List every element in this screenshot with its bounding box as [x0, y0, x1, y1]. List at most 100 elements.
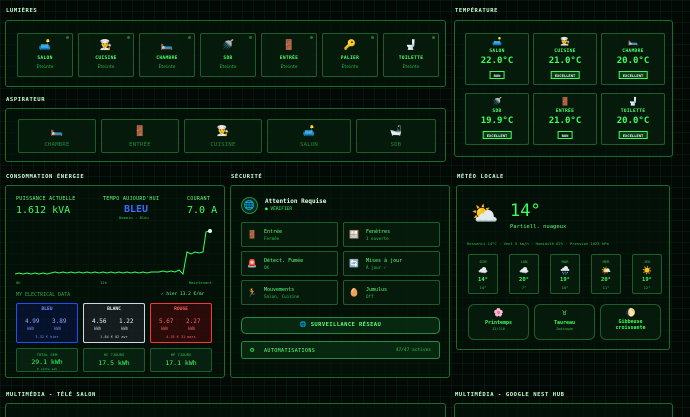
forecast-day-name: JEU [643, 259, 651, 264]
security-item-state: Salon, Cuisine [264, 294, 300, 299]
power-history-chart [15, 229, 212, 276]
temp-tile-cuisine[interactable]: 👨‍🍳 CUISINE 21.0°C EXCELLENT [533, 33, 597, 85]
light-state: Éteinte [280, 64, 298, 69]
status-dot [432, 36, 435, 39]
weather-panel: ⛅ 14° Partiell. nuageux Ressenti 14°C · … [456, 185, 670, 350]
temp-tile-sdb[interactable]: 🚿 SDB 19.9°C EXCELLENT [465, 93, 529, 145]
bathtub-icon: 🛁 [389, 126, 403, 137]
segment-unit: kWh [188, 326, 196, 331]
vacuum-room-cuisine[interactable]: 👨‍🍳 CUISINE [184, 119, 262, 153]
status-dot [127, 36, 130, 39]
total-value: 29.1 kWh [31, 358, 63, 366]
security-item-state: Fermée [264, 236, 280, 241]
axis-start: 0h [16, 280, 21, 285]
light-tile-cuisine[interactable]: 👨‍🍳 CUISINE Éteinte [78, 33, 134, 77]
temp-value: 21.0°C [548, 116, 582, 126]
light-tile-toilette[interactable]: 🚽 TOILETTE Éteinte [383, 33, 439, 77]
tempo-tomorrow: Demain : Bleu [119, 215, 149, 220]
vacuum-room-entree[interactable]: 🚪 ENTRÉE [101, 119, 179, 153]
security-item-updates[interactable]: 🔄 Mises à jour À jour ✓ [343, 251, 440, 276]
light-tile-salon[interactable]: 🛋️ SALON Éteinte [17, 33, 73, 77]
light-state: Éteinte [158, 64, 176, 69]
security-alert[interactable]: 🌐 Attention Requise ● VÉRIFIER [241, 195, 441, 217]
light-tile-chambre[interactable]: 🛏️ CHAMBRE Éteinte [139, 33, 195, 77]
light-tile-palier[interactable]: 🔑 PALIER Éteinte [322, 33, 378, 77]
temp-tile-chambre[interactable]: 🛏️ CHAMBRE 20.0°C EXCELLENT [601, 33, 665, 85]
security-item-motion[interactable]: 🏃 Mouvements Salon, Cuisine [241, 280, 338, 305]
forecast-high: 20° [519, 277, 529, 283]
segment-title: BLANC [107, 307, 121, 312]
globe-icon: 🌐 [299, 322, 311, 328]
security-title: SÉCURITÉ [231, 174, 263, 180]
light-tile-entree[interactable]: 🚪 ENTRÉE Éteinte [261, 33, 317, 77]
segment-title: ROUGE [174, 307, 188, 312]
weather-details: Ressenti 14°C · Vent 5 km/h · Humidité 6… [467, 241, 609, 246]
security-item-entree[interactable]: 🚪 Entrée Fermée [241, 222, 338, 247]
total-week: TOTAL SEM 29.1 kWh € cette sem [16, 348, 78, 372]
segment-title: BLEU [41, 307, 53, 312]
light-state: Éteinte [341, 64, 359, 69]
security-item-fenetres[interactable]: 🪟 Fenêtres 1 ouverte [343, 222, 440, 247]
automations-row[interactable]: ⚙ AUTOMATISATIONS 47/47 actives [241, 341, 440, 359]
bed-icon: 🛏️ [50, 126, 64, 137]
vacuum-room-label: CHAMBRE [44, 142, 70, 148]
gear-icon: ⚙ [250, 346, 255, 354]
temp-tile-entree[interactable]: 🚪 ENTRÉE 21.0°C BON [533, 93, 597, 145]
total-sub: € cette sem [37, 367, 57, 371]
vacuum-room-label: ENTRÉE [129, 142, 151, 148]
forecast-day: MER 🌤️ 20° 11° [591, 254, 621, 294]
weather-title: MÉTÉO LOCALE [457, 174, 504, 180]
security-item-jumulus[interactable]: 🥚 Jumulus Off [343, 280, 440, 305]
security-item-smoke[interactable]: 🚨 Détect. Fumée OK [241, 251, 338, 276]
window-icon: 🪟 [349, 230, 359, 239]
media-salon-title: MULTIMÉDIA - TÉLÉ SALON [6, 392, 96, 398]
segment-unit: kWh [161, 326, 169, 331]
temp-tile-toilette[interactable]: 🚽 TOILETTE 20.0°C EXCELLENT [601, 93, 665, 145]
light-name: CUISINE [95, 56, 117, 61]
vacuum-room-label: SDB [390, 142, 402, 148]
forecast-low: 11° [602, 285, 610, 290]
weather-temp: 14° [510, 201, 541, 221]
weather-condition: Partiell. nuageux [510, 224, 567, 230]
temp-room: TOILETTE [620, 109, 646, 114]
temp-tile-salon[interactable]: 🛋️ SALON 22.0°C BON [465, 33, 529, 85]
chef-icon: 👨‍🍳 [560, 37, 570, 46]
sofa-lamp-icon: 🛋️ [492, 37, 502, 46]
segment-hp: 2.27 [186, 318, 201, 325]
light-tile-sdb[interactable]: 🚿 SDB Éteinte [200, 33, 256, 77]
segment-hc: 5.67 [159, 318, 174, 325]
total-label: TOTAL SEM [36, 352, 58, 357]
temp-badge: EXCELLENT [618, 131, 648, 139]
security-item-name: Fenêtres [366, 229, 391, 235]
temp-badge: EXCELLENT [482, 131, 512, 139]
power-label: PUISSANCE ACTUELLE [16, 196, 76, 202]
vacuum-room-sdb[interactable]: 🛁 SDB [356, 119, 436, 153]
light-state: Éteinte [219, 64, 237, 69]
key-icon: 🔑 [343, 40, 357, 51]
vacuum-room-label: CUISINE [210, 142, 236, 148]
season-sub: J2/J10 [492, 327, 505, 331]
lights-title: LUMIÈRES [6, 8, 38, 14]
forecast-high: 19° [642, 277, 652, 283]
light-name: CHAMBRE [156, 56, 178, 61]
forecast-low: 14° [479, 285, 487, 290]
tempo-segment-bleu: BLEU 4.99 kWh 3.89 kWh 3.32 € hier [16, 303, 78, 343]
segment-hc: 4.56 [92, 318, 107, 325]
shower-icon: 🚿 [221, 40, 235, 51]
temp-room: CUISINE [554, 49, 576, 54]
segment-unit: kWh [121, 326, 129, 331]
lights-panel: 🛋️ SALON Éteinte 👨‍🍳 CUISINE Éteinte 🛏️ … [5, 20, 446, 87]
tempo-value: BLEU [124, 204, 149, 215]
forecast-day: DIM ☁️ 14° 14° [468, 254, 498, 294]
media-hub-title: MULTIMÉDIA - GOOGLE NEST HUB [455, 392, 565, 398]
current-point [208, 229, 212, 233]
network-monitor-button[interactable]: 🌐 SURVEILLANCE RÉSEAU [241, 317, 440, 334]
vacuum-room-salon[interactable]: 🛋️ SALON [267, 119, 351, 153]
energy-panel: PUISSANCE ACTUELLE 1.612 kVA TEMPO AUJOU… [5, 185, 225, 378]
vacuum-room-chambre[interactable]: 🛏️ CHAMBRE [18, 119, 96, 153]
forecast-high: 19° [560, 277, 570, 283]
network-monitor-text: SURVEILLANCE RÉSEAU [310, 322, 382, 328]
cloud-icon: ☁️ [478, 266, 488, 275]
forecast-day: JEU ☀️ 19° 12° [632, 254, 662, 294]
bed-icon: 🛏️ [628, 37, 638, 46]
